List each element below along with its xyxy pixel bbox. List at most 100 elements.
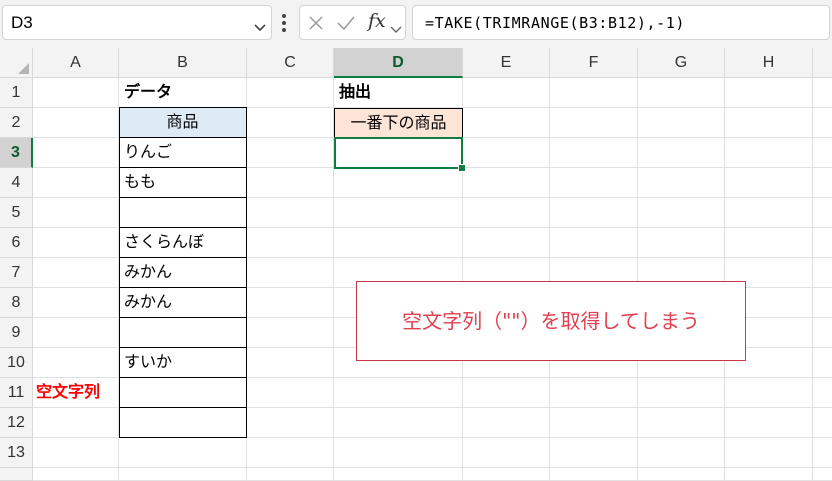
column-header-e[interactable]: E [463, 48, 550, 78]
grid-cell[interactable] [463, 168, 550, 198]
fx-chevron-down-icon[interactable] [390, 19, 402, 38]
grid-cell[interactable] [463, 408, 550, 438]
grid-cell[interactable] [247, 168, 334, 198]
grid-cell[interactable] [725, 468, 813, 481]
grid-cell[interactable] [119, 468, 247, 481]
formula-input[interactable]: =TAKE(TRIMRANGE(B3:B12),-1) [412, 5, 830, 40]
grid-cell[interactable] [247, 318, 334, 348]
more-options-icon[interactable] [281, 12, 287, 38]
grid-cell[interactable] [638, 108, 725, 138]
grid-cell[interactable] [550, 198, 638, 228]
row-header-5[interactable]: 5 [0, 198, 33, 228]
cell-a11[interactable]: 空文字列 [33, 378, 119, 408]
grid-cell[interactable] [725, 408, 813, 438]
grid-cell[interactable] [638, 378, 725, 408]
cell-d2[interactable]: 一番下の商品 [334, 108, 463, 138]
enter-check-icon[interactable] [336, 15, 356, 35]
grid-cell[interactable] [638, 138, 725, 168]
grid-cell[interactable] [638, 168, 725, 198]
grid-cell[interactable] [463, 108, 550, 138]
row-header-7[interactable]: 7 [0, 258, 33, 288]
grid-cell[interactable] [119, 438, 247, 468]
row-header-12[interactable]: 12 [0, 408, 33, 438]
row-header-4[interactable]: 4 [0, 168, 33, 198]
grid-cell[interactable] [334, 408, 463, 438]
row-header-3[interactable]: 3 [0, 138, 33, 168]
grid-cell[interactable] [550, 78, 638, 108]
grid-cell[interactable] [334, 438, 463, 468]
row-header-10[interactable]: 10 [0, 348, 33, 378]
grid-cell[interactable] [813, 168, 832, 198]
grid-cell[interactable] [550, 378, 638, 408]
grid-cell[interactable] [33, 198, 119, 228]
grid-cell[interactable] [550, 138, 638, 168]
grid-cell[interactable] [550, 408, 638, 438]
grid-cell[interactable] [247, 78, 334, 108]
cell-b2[interactable]: 商品 [119, 108, 247, 138]
grid-cell[interactable] [33, 78, 119, 108]
grid-cell[interactable] [813, 408, 832, 438]
grid-cell[interactable] [725, 228, 813, 258]
callout-textbox[interactable]: 空文字列（""）を取得してしまう [356, 281, 746, 361]
grid-cell[interactable] [33, 108, 119, 138]
grid-cell[interactable] [463, 468, 550, 481]
grid-cell[interactable] [725, 108, 813, 138]
grid-cell[interactable] [813, 438, 832, 468]
name-box[interactable]: D3 [2, 5, 272, 40]
grid-cell[interactable] [725, 378, 813, 408]
grid-cell[interactable] [813, 228, 832, 258]
grid-cell[interactable] [33, 138, 119, 168]
grid-cell[interactable] [550, 108, 638, 138]
grid-cell[interactable] [813, 78, 832, 108]
grid-cell[interactable] [813, 468, 832, 481]
grid-cell[interactable] [247, 138, 334, 168]
grid-cell[interactable] [247, 198, 334, 228]
grid-cell[interactable] [638, 198, 725, 228]
grid-cell[interactable] [334, 468, 463, 481]
grid-cell[interactable] [550, 228, 638, 258]
grid-cell[interactable] [638, 438, 725, 468]
grid-cell[interactable] [813, 108, 832, 138]
column-header-a[interactable]: A [33, 48, 119, 78]
row-header-9[interactable]: 9 [0, 318, 33, 348]
grid-cell[interactable] [725, 438, 813, 468]
grid-cell[interactable] [638, 78, 725, 108]
grid-cell[interactable] [33, 318, 119, 348]
grid-cell[interactable] [725, 138, 813, 168]
grid-cell[interactable] [247, 438, 334, 468]
grid-cell[interactable] [638, 408, 725, 438]
cell-b9[interactable] [119, 318, 247, 348]
grid-cell[interactable] [463, 198, 550, 228]
grid-cell[interactable] [463, 438, 550, 468]
grid-cell[interactable] [463, 228, 550, 258]
grid-cell[interactable] [463, 138, 550, 168]
grid-cell[interactable] [725, 168, 813, 198]
grid-cell[interactable] [725, 198, 813, 228]
cell-b7[interactable]: みかん [119, 258, 247, 288]
row-header-14-partial[interactable] [0, 468, 33, 481]
active-cell-selection[interactable] [334, 137, 463, 169]
cell-b3[interactable]: りんご [119, 138, 247, 168]
row-header-13[interactable]: 13 [0, 438, 33, 468]
grid-cell[interactable] [334, 228, 463, 258]
column-header-g[interactable]: G [638, 48, 725, 78]
row-header-8[interactable]: 8 [0, 288, 33, 318]
grid-cell[interactable] [247, 258, 334, 288]
column-header-i-partial[interactable] [813, 48, 832, 78]
insert-function-icon[interactable]: fx [368, 10, 386, 32]
grid-cell[interactable] [550, 168, 638, 198]
cancel-icon[interactable] [308, 15, 324, 35]
row-header-6[interactable]: 6 [0, 228, 33, 258]
column-header-d[interactable]: D [334, 48, 463, 78]
grid-cell[interactable] [33, 288, 119, 318]
row-header-11[interactable]: 11 [0, 378, 33, 408]
cell-d1[interactable]: 抽出 [334, 78, 463, 108]
cell-b11[interactable] [119, 378, 247, 408]
cell-b5[interactable] [119, 198, 247, 228]
grid-cell[interactable] [247, 108, 334, 138]
grid-cell[interactable] [33, 348, 119, 378]
grid-cell[interactable] [725, 78, 813, 108]
grid-cell[interactable] [247, 378, 334, 408]
cell-b8[interactable]: みかん [119, 288, 247, 318]
grid-cell[interactable] [550, 468, 638, 481]
